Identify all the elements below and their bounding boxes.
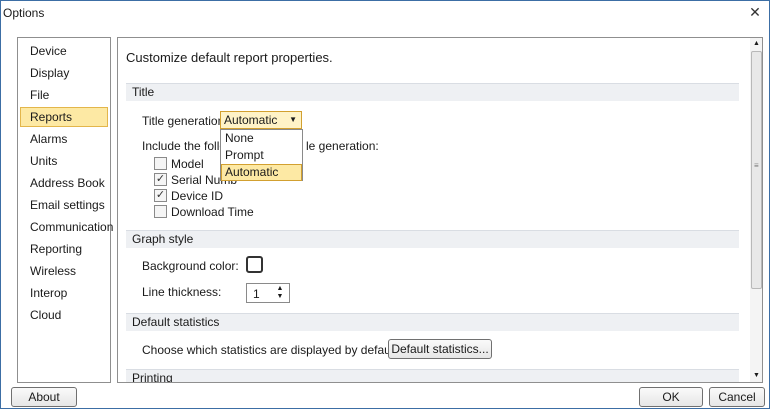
about-button[interactable]: About [11,387,77,407]
section-printing-heading: Printing [126,369,739,382]
chevron-down-icon: ▼ [289,115,297,124]
section-graph-style-heading: Graph style [126,230,739,248]
panel-header: Customize default report properties. [126,50,333,65]
line-thickness-label: Line thickness: [142,285,222,299]
check-icon[interactable]: ✓ [154,189,167,202]
scrollbar-thumb[interactable]: ≡ [751,51,762,289]
category-list: Device Display File Reports Alarms Units… [17,37,113,383]
spinner-arrows[interactable]: ▲ ▼ [275,285,285,301]
sidebar-item-wireless[interactable]: Wireless [20,261,108,281]
sidebar-item-communication[interactable]: Communication [20,217,113,237]
background-color-swatch[interactable] [246,256,263,273]
dropdown-option-automatic[interactable]: Automatic [221,164,302,181]
sidebar-item-display[interactable]: Display [20,63,108,83]
scroll-down-icon[interactable]: ▼ [752,371,761,381]
settings-panel: Customize default report properties. Tit… [117,37,763,383]
sidebar-item-interop[interactable]: Interop [20,283,108,303]
background-color-label: Background color: [142,259,239,273]
include-fields-label-tail: le generation: [306,139,379,153]
title-generation-combo[interactable]: Automatic ▼ [220,111,302,129]
sidebar-item-email-settings[interactable]: Email settings [20,195,108,215]
checkbox-label: Model [171,157,204,171]
options-dialog: Options ✕ Device Display File Reports Al… [0,0,770,409]
section-title-heading: Title [126,83,739,101]
window-title: Options [3,6,45,20]
sidebar-item-alarms[interactable]: Alarms [20,129,108,149]
sidebar-item-device[interactable]: Device [20,41,108,61]
checkbox-box[interactable] [154,157,167,170]
title-generation-label: Title generation: [142,114,228,128]
sidebar-item-reporting[interactable]: Reporting [20,239,108,259]
vertical-scrollbar[interactable]: ▲ ≡ ▼ [750,38,762,382]
sidebar-item-address-book[interactable]: Address Book [20,173,108,193]
title-generation-value: Automatic [224,113,278,127]
line-thickness-value: 1 [253,287,260,301]
ok-button[interactable]: OK [639,387,703,407]
sidebar-item-cloud[interactable]: Cloud [20,305,108,325]
default-statistics-button[interactable]: Default statistics... [388,339,492,359]
grip-icon: ≡ [754,161,759,170]
sidebar-item-file[interactable]: File [20,85,108,105]
statistics-description: Choose which statistics are displayed by… [142,343,401,357]
scroll-up-icon[interactable]: ▲ [752,39,761,49]
sidebar-item-units[interactable]: Units [20,151,108,171]
check-icon[interactable]: ✓ [154,173,167,186]
checkbox-label: Device ID [171,189,224,203]
close-icon[interactable]: ✕ [747,4,763,20]
dropdown-option-prompt[interactable]: Prompt [221,147,302,164]
spin-up-icon[interactable]: ▲ [275,285,285,293]
cancel-button[interactable]: Cancel [709,387,765,407]
spin-down-icon[interactable]: ▼ [275,293,285,301]
checkbox-box[interactable] [154,205,167,218]
line-thickness-spinner[interactable]: 1 ▲ ▼ [246,283,290,303]
sidebar-item-reports[interactable]: Reports [20,107,108,127]
dropdown-option-none[interactable]: None [221,130,302,147]
checkbox-label: Download Time [171,205,254,219]
title-bar: Options ✕ [1,1,769,25]
section-default-statistics-heading: Default statistics [126,313,739,331]
title-generation-dropdown: None Prompt Automatic [220,129,303,181]
